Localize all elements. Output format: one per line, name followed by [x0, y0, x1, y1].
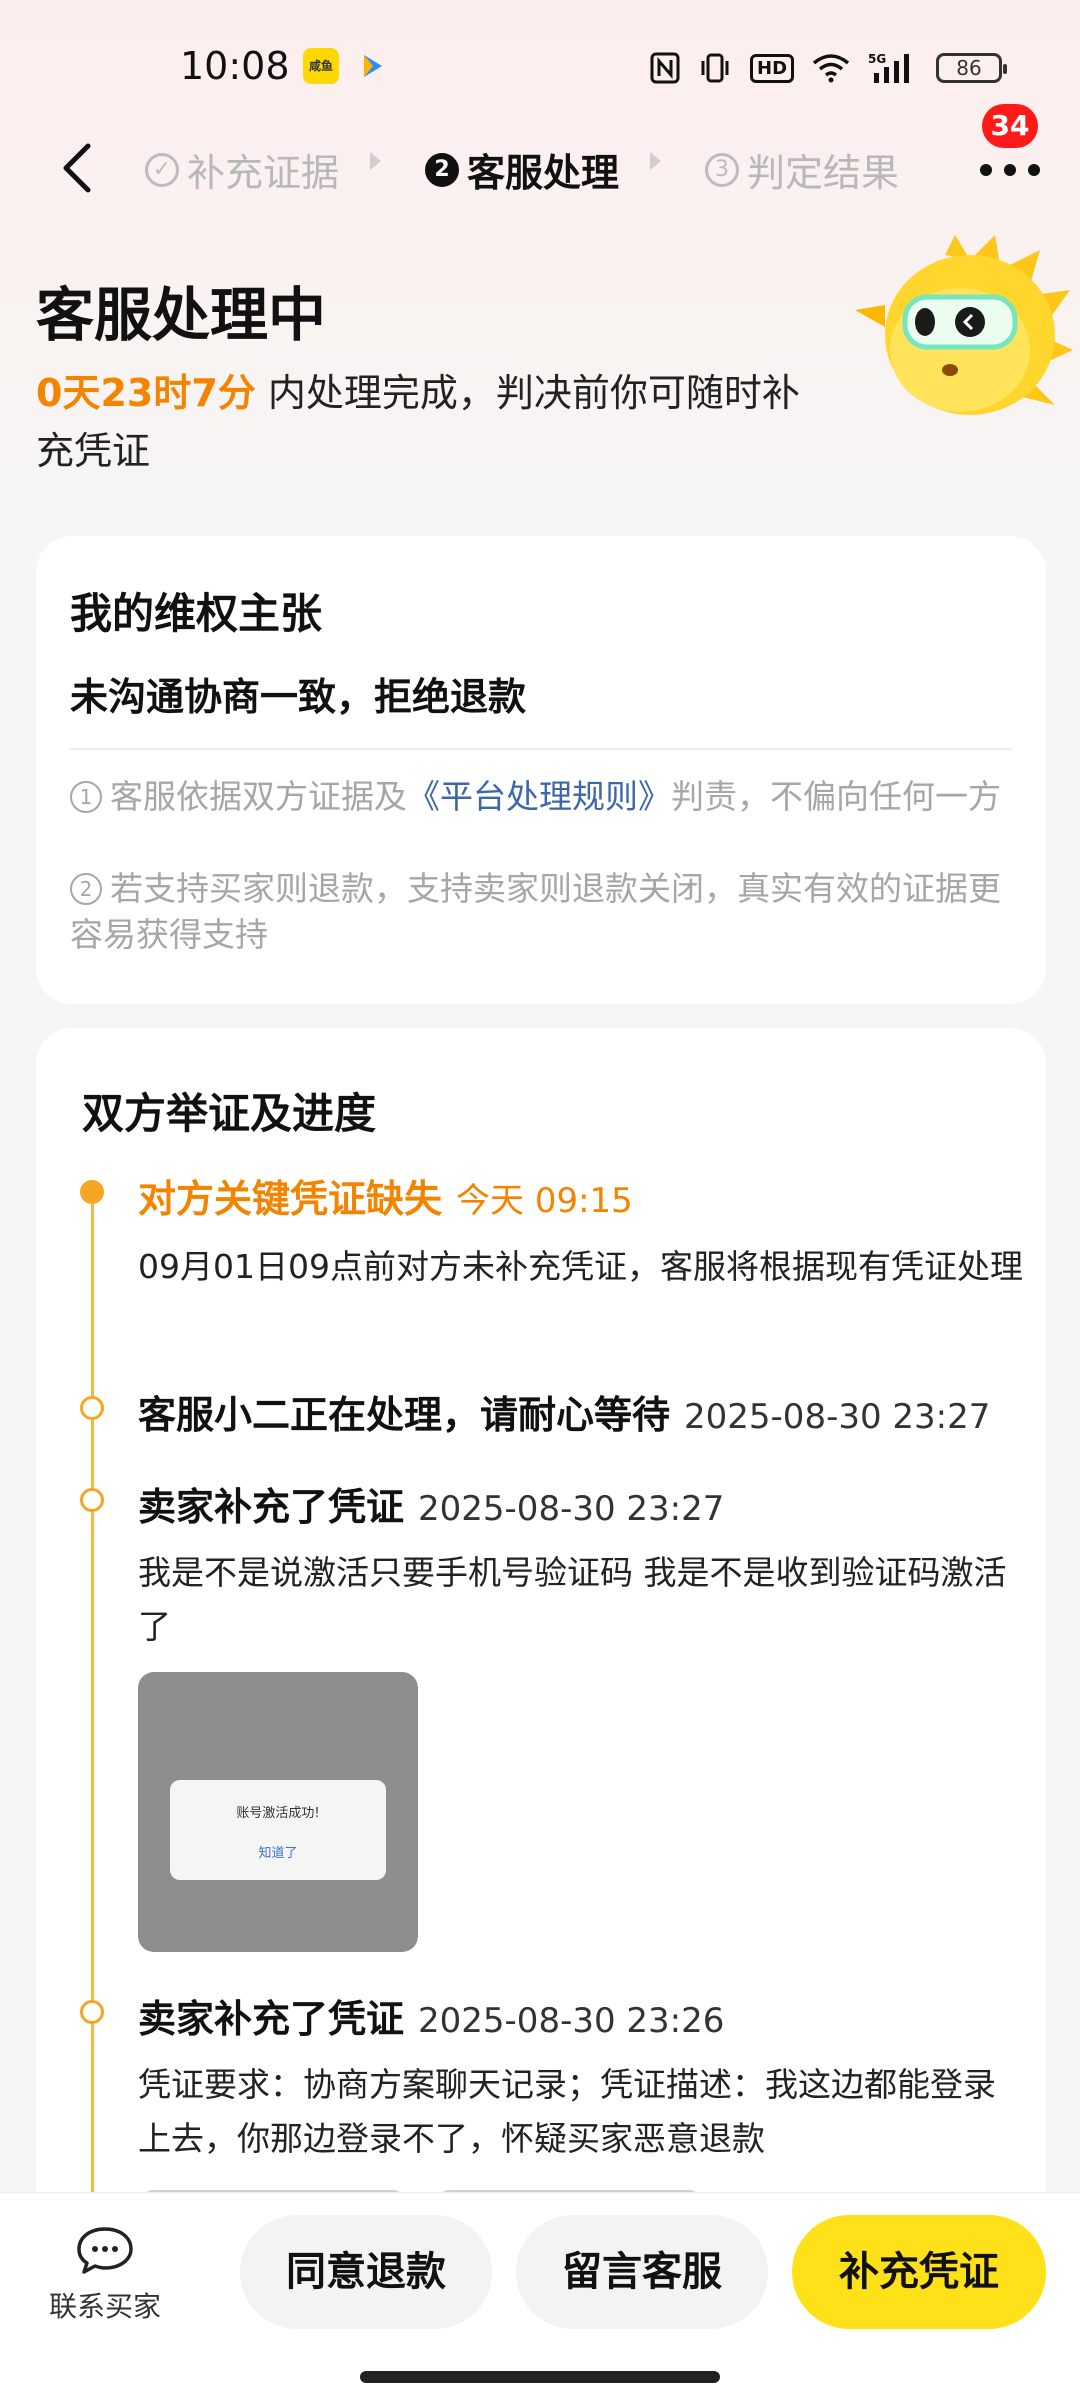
divider: [70, 748, 1012, 750]
signal-5g-icon: 5G: [868, 52, 910, 83]
step-label: 判定结果: [747, 151, 900, 195]
progress-card-title: 双方举证及进度: [82, 1089, 377, 1138]
more-menu-icon[interactable]: [980, 150, 1040, 190]
mascot-illustration: [855, 235, 1073, 415]
contact-buyer-label: 联系买家: [48, 2290, 161, 2323]
timeline-dot-active: [80, 1180, 104, 1204]
notification-badge: 34: [982, 104, 1038, 148]
nfc-icon: [650, 52, 680, 84]
status-icons: HD 5G 86: [650, 48, 1008, 88]
timeline-event-body: 凭证要求：协商方案聊天记录；凭证描述：我这边都能登录上去，你那边登录不了，怀疑买…: [138, 2065, 996, 2158]
bottom-action-bar: 联系买家 同意退款 留言客服 补充凭证: [0, 2192, 1080, 2400]
event-title: 客服小二正在处理，请耐心等待: [138, 1393, 671, 1437]
event-title: 对方关键凭证缺失: [138, 1177, 443, 1221]
status-bar: 10:08 咸鱼 HD 5G 86: [0, 0, 1080, 130]
step-number-2-icon: 2: [425, 152, 459, 187]
event-title: 卖家补充了凭证: [138, 1997, 405, 2041]
battery-icon: 86: [936, 53, 1008, 83]
thumbnail-dialog: 账号激活成功! 知道了: [170, 1780, 386, 1880]
step-separator-icon: [650, 152, 661, 170]
countdown-timer: 0天23时7分: [36, 371, 256, 415]
event-time: 今天 09:15: [456, 1181, 633, 1221]
timeline-event-body: 我是不是说激活只要手机号验证码 我是不是收到验证码激活了: [138, 1553, 1007, 1646]
page-title: 客服处理中: [36, 281, 327, 349]
platform-rules-link[interactable]: 《平台处理规则》: [407, 777, 671, 816]
back-arrow-icon[interactable]: [50, 138, 110, 198]
step-supplement-evidence: ✓ 补充证据: [145, 142, 339, 197]
claim-card-title: 我的维权主张: [70, 589, 323, 638]
note-text: 若支持买家则退款，支持卖家则退款关闭，真实有效的证据更容易获得支持: [70, 869, 1001, 954]
chat-bubble-icon: [77, 2227, 133, 2274]
thumbnail-dialog-button: 知道了: [258, 1846, 298, 1861]
step-label: 客服处理: [467, 151, 620, 195]
evidence-thumbnail[interactable]: 账号激活成功! 知道了: [138, 1672, 418, 1952]
add-evidence-button[interactable]: 补充凭证: [792, 2215, 1046, 2329]
step-navigation: ✓ 补充证据 2 客服处理 3 判定结果 34: [0, 104, 1080, 220]
claim-card: 我的维权主张 未沟通协商一致，拒绝退款 1 客服依据双方证据及《平台处理规则》判责…: [36, 536, 1046, 1004]
step-customer-service: 2 客服处理: [425, 142, 619, 197]
step-label: 补充证据: [187, 151, 340, 195]
claim-note-2: 2 若支持买家则退款，支持卖家则退款关闭，真实有效的证据更容易获得支持: [70, 866, 1020, 958]
contact-buyer-button[interactable]: 联系买家: [30, 2225, 180, 2325]
number-1-icon: 1: [70, 781, 102, 813]
xianyu-app-icon: 咸鱼: [303, 48, 339, 84]
timeline-event-heading: 卖家补充了凭证 2025-08-30 23:27: [138, 1476, 724, 1531]
note-text: 判责，不偏向任何一方: [671, 777, 1001, 816]
status-time: 10:08: [180, 44, 290, 88]
vibrate-icon: [701, 53, 729, 83]
note-text: 客服依据双方证据及: [110, 777, 407, 816]
message-service-button[interactable]: 留言客服: [516, 2215, 768, 2329]
agree-refund-button[interactable]: 同意退款: [240, 2215, 492, 2329]
hd-icon: HD: [750, 53, 795, 83]
network-label: 5G: [868, 52, 886, 66]
step-separator-icon: [370, 152, 381, 170]
timeline-event-body: 09月01日09点前对方未补充凭证，客服将根据现有凭证处理: [138, 1247, 1023, 1286]
timeline-dot: [80, 1488, 104, 1512]
event-time: 2025-08-30 23:27: [418, 1489, 725, 1529]
wifi-icon: [812, 54, 850, 83]
timeline-dot: [80, 2000, 104, 2024]
thumbnail-dialog-title: 账号激活成功!: [236, 1806, 320, 1821]
timeline-event-heading: 对方关键凭证缺失 今天 09:15: [138, 1168, 633, 1223]
timeline-event-heading: 卖家补充了凭证 2025-08-30 23:26: [138, 1988, 724, 2043]
home-indicator[interactable]: [360, 2371, 720, 2383]
event-title: 卖家补充了凭证: [138, 1485, 405, 1529]
step-number-3-icon: 3: [705, 152, 739, 187]
number-2-icon: 2: [70, 873, 102, 905]
timeline-dot: [80, 1396, 104, 1420]
claim-text: 未沟通协商一致，拒绝退款: [70, 675, 527, 719]
event-time: 2025-08-30 23:27: [684, 1397, 991, 1437]
check-circle-icon: ✓: [145, 152, 179, 187]
step-result: 3 判定结果: [705, 142, 899, 197]
play-app-icon: [364, 55, 382, 77]
processing-deadline: 0天23时7分 内处理完成，判决前你可随时补充凭证: [36, 364, 836, 480]
timeline-event-heading: 客服小二正在处理，请耐心等待 2025-08-30 23:27: [138, 1384, 990, 1439]
event-time: 2025-08-30 23:26: [418, 2001, 725, 2041]
claim-note-1: 1 客服依据双方证据及《平台处理规则》判责，不偏向任何一方: [70, 774, 1020, 820]
